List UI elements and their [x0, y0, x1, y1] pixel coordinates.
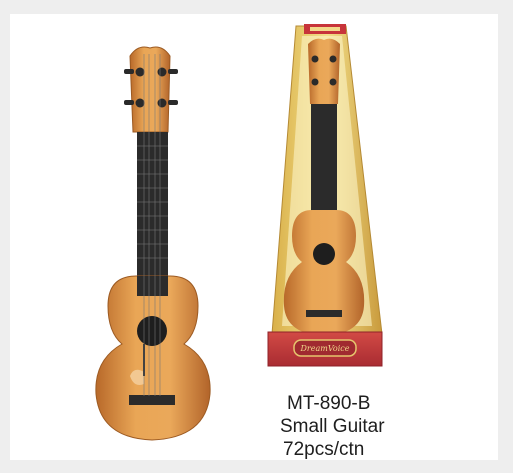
guitar-body	[95, 275, 211, 441]
guitar-bridge	[129, 395, 175, 405]
loose-guitar	[95, 46, 211, 441]
guitar-soundhole	[137, 316, 167, 346]
boxed-guitar: DreamVoice	[267, 24, 383, 367]
packing-quantity: 72pcs/ctn	[283, 439, 365, 460]
product-image-frame: DreamVoice MT-890-B Small Guitar 72pcs/c…	[10, 14, 498, 460]
product-photo: DreamVoice	[95, 24, 383, 441]
guitar-headstock	[129, 46, 171, 133]
product-name: Small Guitar	[280, 416, 385, 437]
model-number: MT-890-B	[287, 393, 371, 414]
product-caption: MT-890-B Small Guitar 72pcs/ctn	[280, 392, 385, 461]
box-brand-logo: DreamVoice	[300, 344, 350, 353]
